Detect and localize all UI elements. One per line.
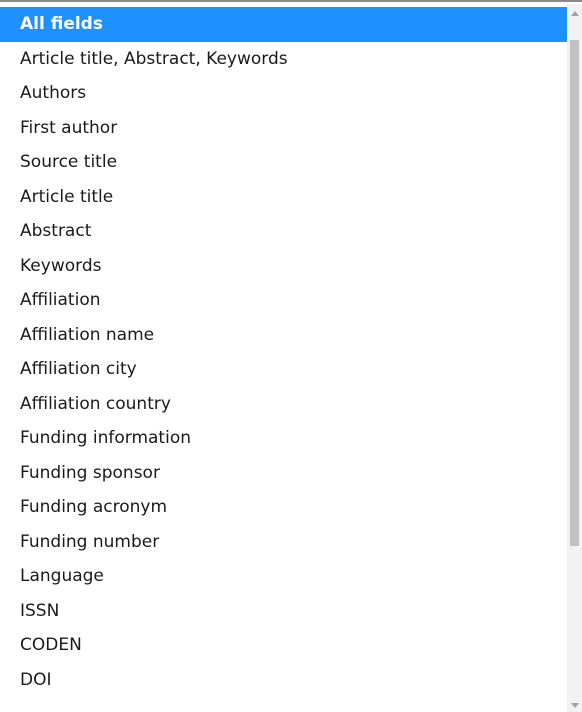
option-coden[interactable]: CODEN — [0, 628, 567, 663]
option-issn[interactable]: ISSN — [0, 594, 567, 629]
option-source-title[interactable]: Source title — [0, 145, 567, 180]
option-first-author[interactable]: First author — [0, 111, 567, 146]
scroll-thumb[interactable] — [570, 40, 579, 546]
option-funding-information[interactable]: Funding information — [0, 421, 567, 456]
option-funding-number[interactable]: Funding number — [0, 525, 567, 560]
option-keywords[interactable]: Keywords — [0, 249, 567, 284]
option-article-title[interactable]: Article title — [0, 180, 567, 215]
chevron-up-icon[interactable] — [567, 6, 582, 20]
option-affiliation[interactable]: Affiliation — [0, 283, 567, 318]
chevron-down-icon[interactable] — [567, 698, 582, 712]
vertical-scrollbar[interactable] — [567, 4, 582, 712]
option-all-fields[interactable]: All fields — [0, 7, 567, 42]
option-funding-sponsor[interactable]: Funding sponsor — [0, 456, 567, 491]
option-funding-acronym[interactable]: Funding acronym — [0, 490, 567, 525]
option-affiliation-name[interactable]: Affiliation name — [0, 318, 567, 353]
option-doi[interactable]: DOI — [0, 663, 567, 698]
option-affiliation-city[interactable]: Affiliation city — [0, 352, 567, 387]
option-abstract[interactable]: Abstract — [0, 214, 567, 249]
option-article-title-abstract-keywords[interactable]: Article title, Abstract, Keywords — [0, 42, 567, 77]
option-language[interactable]: Language — [0, 559, 567, 594]
search-field-options: All fields Article title, Abstract, Keyw… — [0, 7, 567, 697]
search-field-dropdown[interactable]: All fields Article title, Abstract, Keyw… — [0, 0, 582, 712]
option-authors[interactable]: Authors — [0, 76, 567, 111]
option-affiliation-country[interactable]: Affiliation country — [0, 387, 567, 422]
